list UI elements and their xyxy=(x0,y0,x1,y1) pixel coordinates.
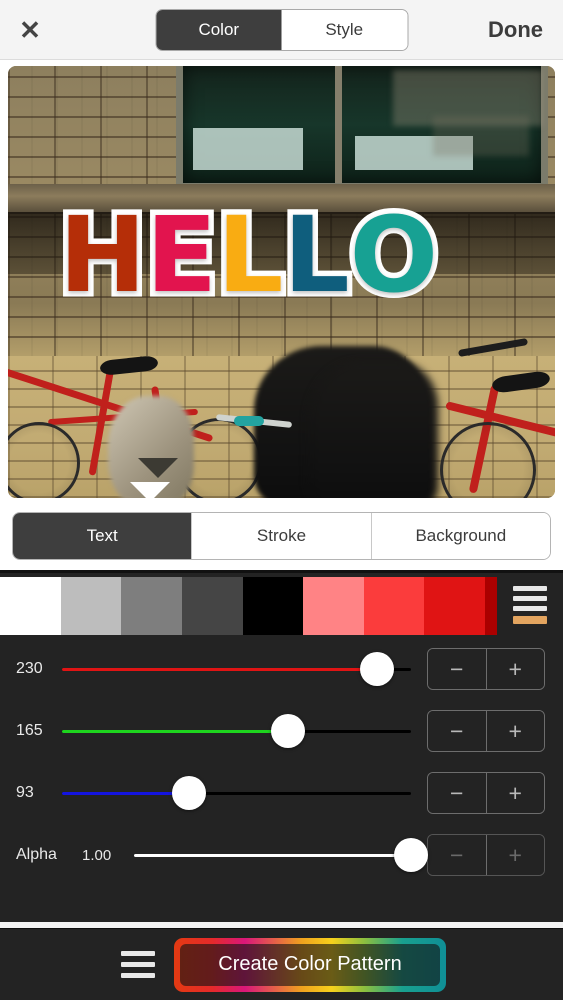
red-stepper: − + xyxy=(427,648,545,690)
slider-row-red: 230 − + xyxy=(0,638,563,700)
selection-caret xyxy=(130,482,170,502)
alpha-increment-button[interactable]: + xyxy=(485,835,544,875)
bottom-bar: Create Color Pattern xyxy=(0,928,563,1000)
done-button[interactable]: Done xyxy=(488,17,543,43)
blue-decrement-button[interactable]: − xyxy=(428,773,486,813)
green-slider[interactable] xyxy=(62,714,411,748)
red-increment-button[interactable]: + xyxy=(485,649,544,689)
blue-increment-button[interactable]: + xyxy=(485,773,544,813)
red-track-fill xyxy=(62,667,377,671)
blue-stepper: − + xyxy=(427,772,545,814)
alpha-value-label: 1.00 xyxy=(82,846,112,864)
tab-text[interactable]: Text xyxy=(13,513,192,559)
letter-h: H xyxy=(53,194,151,316)
color-editor-screen: ✕ Color Style Done H E L L O Text Stroke… xyxy=(0,0,563,1000)
lower-scene xyxy=(8,337,555,498)
person-silhouette xyxy=(308,362,438,498)
menu-accent-line xyxy=(513,615,547,624)
alpha-track-fill xyxy=(134,853,411,857)
letter-l2: L xyxy=(278,194,355,316)
top-bar: ✕ Color Style Done xyxy=(0,0,563,60)
window-element xyxy=(176,66,548,190)
target-tabs-area: Text Stroke Background xyxy=(0,502,563,570)
menu-line xyxy=(121,973,155,978)
blue-track-fill xyxy=(62,791,190,795)
tab-stroke[interactable]: Stroke xyxy=(191,513,371,559)
slider-row-alpha: Alpha 1.00 − + xyxy=(0,824,563,886)
letter-l1: L xyxy=(212,194,289,316)
letter-e: E xyxy=(141,194,223,316)
alpha-stepper: − + xyxy=(427,834,545,876)
red-value-label: 230 xyxy=(16,660,43,677)
color-panel: 230 − + 165 − + 93 − + Alpha 1.00 − + Cr… xyxy=(0,570,563,1000)
green-increment-button[interactable]: + xyxy=(485,711,544,751)
green-stepper: − + xyxy=(427,710,545,752)
alpha-slider-knob[interactable] xyxy=(394,838,428,872)
slider-row-blue: 93 − + xyxy=(0,762,563,824)
window-reflection xyxy=(433,116,529,156)
window-mullion xyxy=(335,66,342,183)
blue-slider[interactable] xyxy=(62,776,411,810)
red-slider[interactable] xyxy=(62,652,411,686)
alpha-decrement-button[interactable]: − xyxy=(428,835,486,875)
overlay-text[interactable]: H E L L O xyxy=(53,194,443,316)
red-slider-knob[interactable] xyxy=(359,652,394,686)
blue-value-label: 93 xyxy=(16,784,34,801)
selection-caret-shadow xyxy=(138,458,178,478)
bicycle-saddle xyxy=(491,370,551,394)
tab-background[interactable]: Background xyxy=(370,513,550,559)
swatch-dark-red[interactable] xyxy=(485,577,497,635)
create-color-pattern-button[interactable]: Create Color Pattern xyxy=(174,937,446,992)
red-decrement-button[interactable]: − xyxy=(428,649,486,689)
letter-o: O xyxy=(344,194,443,316)
swatch-gray[interactable] xyxy=(121,577,182,635)
rgba-sliders: 230 − + 165 − + 93 − + Alpha 1.00 − + xyxy=(0,632,563,922)
green-decrement-button[interactable]: − xyxy=(428,711,486,751)
menu-line xyxy=(513,585,547,591)
green-track-fill xyxy=(62,729,288,733)
swatch-red[interactable] xyxy=(363,577,425,635)
tab-color[interactable]: Color xyxy=(156,9,282,50)
create-color-pattern-label: Create Color Pattern xyxy=(180,943,440,986)
slider-row-green: 165 − + xyxy=(0,700,563,762)
blue-slider-knob[interactable] xyxy=(172,776,207,810)
swatch-white[interactable] xyxy=(0,577,61,635)
green-value-label: 165 xyxy=(16,722,43,739)
bicycle-saddle xyxy=(99,355,159,376)
swatch-black[interactable] xyxy=(242,577,304,635)
swatch-row xyxy=(0,570,563,635)
swatch-strong-red[interactable] xyxy=(424,577,485,635)
alpha-slider[interactable] xyxy=(134,838,428,872)
target-segmented-control: Text Stroke Background xyxy=(12,512,551,560)
mode-segmented-control: Color Style xyxy=(155,8,408,51)
image-preview[interactable]: H E L L O xyxy=(8,66,555,498)
swatch-light-gray[interactable] xyxy=(60,577,122,635)
swatch-dark-gray[interactable] xyxy=(181,577,243,635)
menu-line xyxy=(513,605,547,611)
green-slider-knob[interactable] xyxy=(270,714,305,748)
bottom-menu-icon[interactable] xyxy=(112,951,164,978)
swatch-menu-icon[interactable] xyxy=(497,577,563,632)
preview-area: H E L L O xyxy=(0,60,563,502)
swatch-palette xyxy=(0,577,497,635)
bicycle-wheel xyxy=(440,422,536,498)
menu-line xyxy=(513,595,547,601)
menu-line xyxy=(121,962,155,967)
tab-style[interactable]: Style xyxy=(281,9,407,50)
handlebar-grip xyxy=(234,416,264,426)
close-icon[interactable]: ✕ xyxy=(0,0,60,60)
glass-highlight xyxy=(193,128,303,170)
menu-line xyxy=(121,951,155,956)
bicycle-wheel xyxy=(8,422,80,498)
swatch-salmon[interactable] xyxy=(303,577,364,635)
alpha-label: Alpha xyxy=(16,846,57,863)
